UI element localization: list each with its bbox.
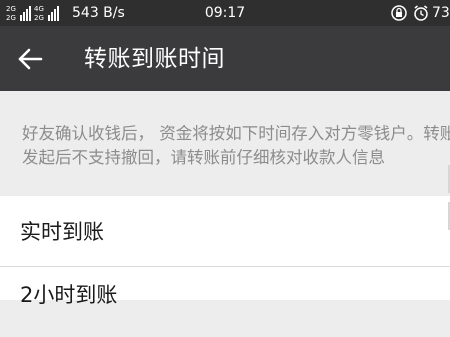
back-button[interactable] bbox=[12, 42, 48, 76]
option-label: 2小时到账 bbox=[20, 283, 118, 307]
rotation-lock-icon bbox=[391, 5, 407, 21]
arrow-left-icon bbox=[18, 48, 43, 70]
transfer-notice: 好友确认收钱后， 资金将按如下时间存入对方零钱户。转账发起后不支持撤回，请转账前… bbox=[0, 91, 450, 196]
alarm-icon bbox=[414, 5, 428, 21]
notice-text: 好友确认收钱后， 资金将按如下时间存入对方零钱户。转账发起后不支持撤回，请转账前… bbox=[22, 124, 450, 167]
option-two-hour-arrival[interactable]: 2小时到账 bbox=[0, 267, 450, 337]
option-realtime-arrival[interactable]: 实时到账 bbox=[0, 196, 450, 267]
status-bar: 2G 2G 4G 2G 543 B/s 09:17 73 bbox=[0, 0, 450, 26]
app-bar: 转账到账时间 bbox=[0, 26, 450, 91]
battery-level: 73 bbox=[432, 5, 450, 21]
status-time: 09:17 bbox=[204, 5, 246, 21]
arrival-time-options: 实时到账 2小时到账 bbox=[0, 196, 450, 307]
page-title: 转账到账时间 bbox=[84, 46, 225, 72]
option-label: 实时到账 bbox=[20, 220, 104, 244]
